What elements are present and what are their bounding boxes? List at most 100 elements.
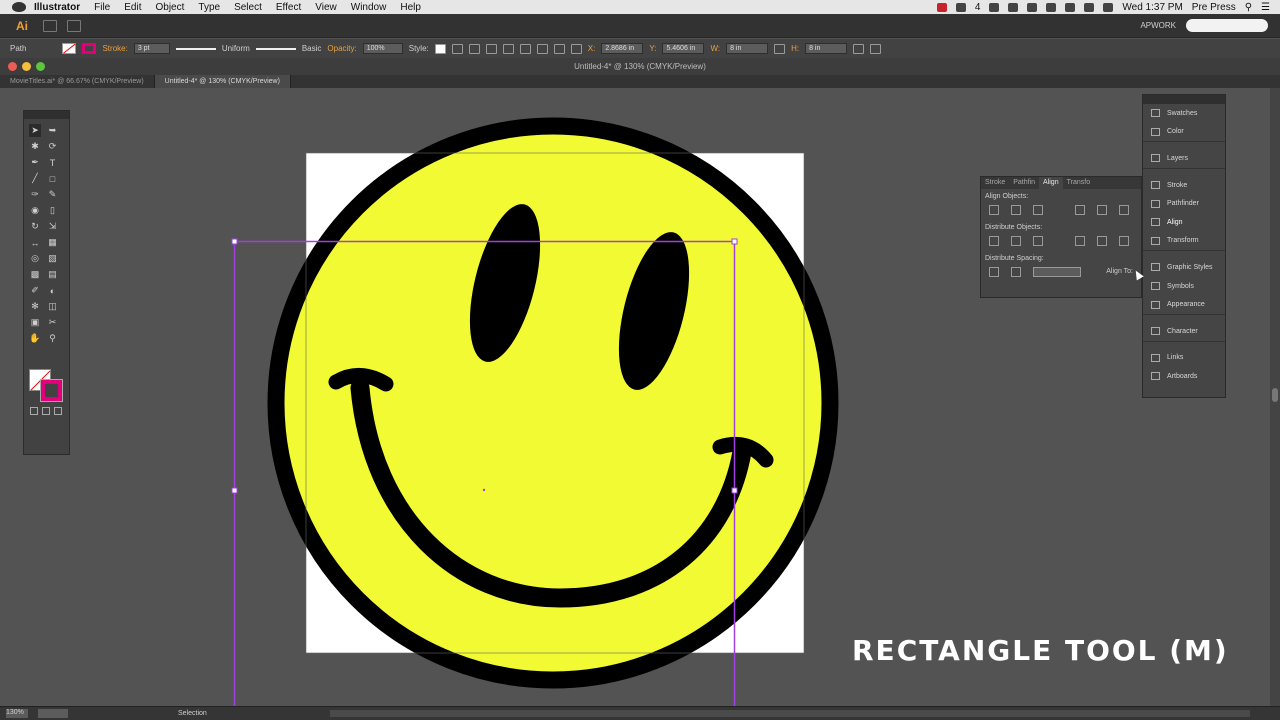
distribute-left-icon[interactable]	[1075, 236, 1085, 246]
profile-label[interactable]: Uniform	[222, 44, 250, 53]
dock-item-color[interactable]: Color	[1143, 123, 1225, 142]
distribute-center-icon[interactable]	[1011, 236, 1021, 246]
menu-file[interactable]: File	[94, 2, 110, 13]
dock-item-stroke[interactable]: Stroke	[1143, 176, 1225, 195]
tab-untitled-4[interactable]: Untitled-4* @ 130% (CMYK/Preview)	[154, 75, 291, 88]
workspace-switcher[interactable]: APWORK	[1140, 21, 1176, 30]
dock-header[interactable]	[1143, 95, 1225, 104]
zoom-window-button[interactable]	[36, 62, 45, 71]
pen-tool-icon[interactable]: ✒	[29, 156, 41, 169]
pencil-tool-icon[interactable]: ✎	[47, 188, 59, 201]
smile-left-cap[interactable]	[328, 368, 394, 392]
x-field[interactable]: 2.8686 in	[601, 43, 644, 54]
wifi-icon[interactable]	[1046, 2, 1057, 12]
tab-pathfinder[interactable]: Pathfin	[1009, 177, 1039, 189]
menu-type[interactable]: Type	[198, 2, 220, 13]
lasso-tool-icon[interactable]: ⟳	[47, 140, 59, 153]
time-machine-icon[interactable]	[1008, 2, 1019, 12]
rectangle-tool-icon[interactable]: □	[47, 172, 59, 185]
menu-effect[interactable]: Effect	[276, 2, 301, 13]
align-bottom-icon[interactable]	[553, 43, 565, 54]
column-graph-tool-icon[interactable]: ◫	[47, 300, 59, 313]
gradient-tool-icon[interactable]: ▤	[47, 268, 59, 281]
align-middle-icon[interactable]	[536, 43, 548, 54]
distribute-hcenter-icon[interactable]	[1097, 236, 1107, 246]
transform-icon[interactable]	[853, 43, 865, 54]
eraser-tool-icon[interactable]: ▯	[47, 204, 59, 217]
distribute-top-icon[interactable]	[989, 236, 999, 246]
artboard-navigator[interactable]	[38, 709, 68, 718]
mesh-tool-icon[interactable]: ▩	[29, 268, 41, 281]
selection-handle[interactable]	[231, 238, 238, 245]
reference-point-icon[interactable]	[570, 43, 582, 54]
scroll-thumb[interactable]	[1272, 388, 1278, 402]
perspective-grid-tool-icon[interactable]: ▧	[47, 252, 59, 265]
dock-item-artboards[interactable]: Artboards	[1143, 367, 1225, 386]
line-tool-icon[interactable]: ╱	[29, 172, 41, 185]
horizontal-scrollbar[interactable]	[330, 710, 1250, 717]
menu-object[interactable]: Object	[155, 2, 184, 13]
menu-app[interactable]: Illustrator	[34, 2, 80, 13]
stroke-color-icon[interactable]	[40, 379, 63, 402]
color-mode-icon[interactable]	[30, 407, 38, 415]
selection-handle[interactable]	[231, 487, 238, 494]
slice-tool-icon[interactable]: ✂	[47, 316, 59, 329]
help-search-input[interactable]	[1186, 19, 1268, 32]
align-to-label[interactable]: Align To:	[1106, 268, 1133, 275]
status-icon[interactable]	[936, 2, 947, 12]
horizontal-align-center-icon[interactable]	[1011, 205, 1021, 215]
apple-icon[interactable]	[12, 2, 26, 12]
vertical-align-bottom-icon[interactable]	[1119, 205, 1129, 215]
horizontal-align-left-icon[interactable]	[989, 205, 999, 215]
blob-brush-tool-icon[interactable]: ◉	[29, 204, 41, 217]
tools-panel-header[interactable]	[24, 111, 69, 119]
width-tool-icon[interactable]: ↔	[29, 236, 41, 249]
vertical-align-center-icon[interactable]	[1097, 205, 1107, 215]
constrain-proportions-icon[interactable]	[774, 43, 786, 54]
none-mode-icon[interactable]	[54, 407, 62, 415]
scale-tool-icon[interactable]: ⇲	[47, 220, 59, 233]
zoom-tool-icon[interactable]: ⚲	[47, 332, 59, 345]
menu-view[interactable]: View	[315, 2, 337, 13]
shape-builder-tool-icon[interactable]: ◎	[29, 252, 41, 265]
flag-icon[interactable]	[1084, 2, 1095, 12]
dock-item-graphic-styles[interactable]: Graphic Styles	[1143, 258, 1225, 277]
panel-menu-icon[interactable]	[870, 43, 882, 54]
y-field[interactable]: 5.4606 in	[662, 43, 705, 54]
direct-selection-tool-icon[interactable]: ➥	[47, 124, 59, 137]
stroke-label[interactable]: Stroke:	[102, 44, 127, 53]
profile-preview[interactable]	[175, 47, 216, 50]
distribute-right-icon[interactable]	[1119, 236, 1129, 246]
h-field[interactable]: 8 in	[805, 43, 848, 54]
recolor-icon[interactable]	[451, 43, 463, 54]
selection-tool-icon[interactable]: ➤	[29, 124, 41, 137]
user-name[interactable]: Pre Press	[1192, 2, 1236, 13]
list-icon[interactable]: ☰	[1261, 2, 1270, 13]
dock-item-layers[interactable]: Layers	[1143, 149, 1225, 168]
tab-movietitles[interactable]: MovieTitles.ai* @ 66.67% (CMYK/Preview)	[0, 75, 155, 88]
style-swatch[interactable]	[434, 43, 446, 54]
status-icon[interactable]	[955, 2, 966, 12]
menu-window[interactable]: Window	[351, 2, 387, 13]
type-tool-icon[interactable]: T	[47, 156, 59, 169]
menu-edit[interactable]: Edit	[124, 2, 141, 13]
h-label[interactable]: H:	[791, 44, 799, 53]
dock-item-links[interactable]: Links	[1143, 349, 1225, 368]
w-field[interactable]: 8 in	[726, 43, 769, 54]
opacity-label[interactable]: Opacity:	[327, 44, 356, 53]
hand-tool-icon[interactable]: ✋	[29, 332, 41, 345]
eyedropper-tool-icon[interactable]: ✐	[29, 284, 41, 297]
blend-tool-icon[interactable]: ◐	[47, 284, 59, 297]
free-transform-tool-icon[interactable]: ▦	[47, 236, 59, 249]
menu-select[interactable]: Select	[234, 2, 262, 13]
bluetooth-icon[interactable]	[1027, 2, 1038, 12]
dock-item-align[interactable]: Align	[1143, 213, 1225, 232]
stroke-swatch[interactable]	[82, 43, 97, 54]
arrange-documents-icon[interactable]	[67, 19, 81, 32]
stroke-weight-field[interactable]: 3 pt	[133, 43, 170, 54]
x-label[interactable]: X:	[588, 44, 596, 53]
rotate-tool-icon[interactable]: ↻	[29, 220, 41, 233]
volume-icon[interactable]	[1065, 2, 1076, 12]
status-tool-label[interactable]: Selection	[178, 710, 207, 717]
battery-icon[interactable]	[1103, 2, 1114, 12]
